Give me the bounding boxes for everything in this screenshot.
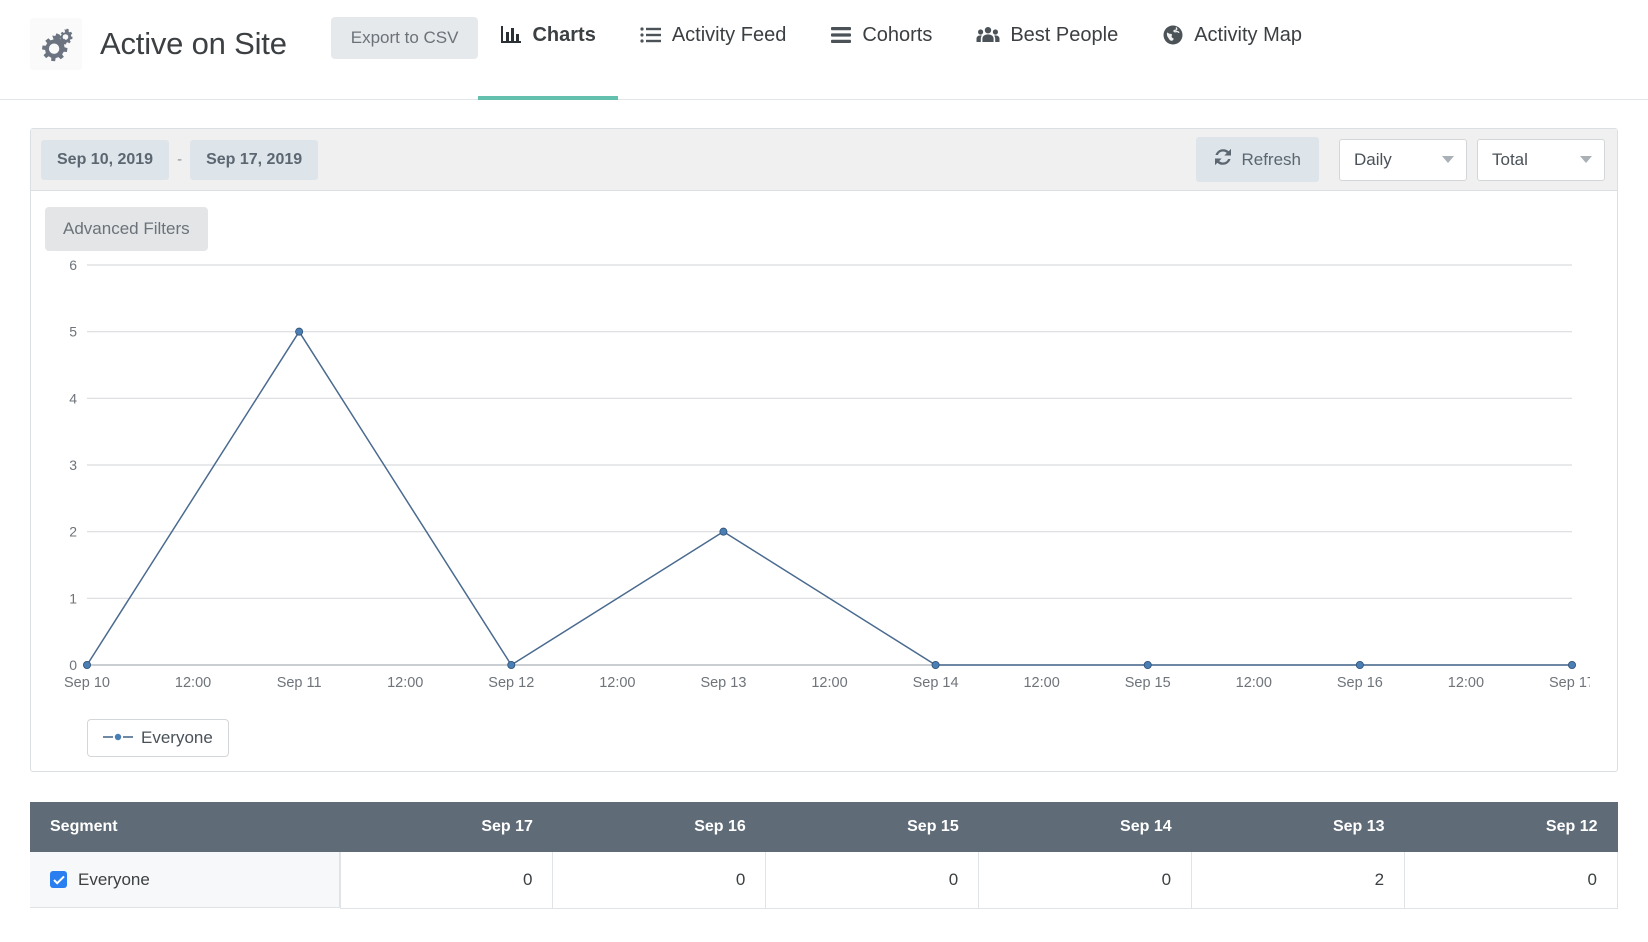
date-range-picker[interactable]: Sep 10, 2019 - Sep 17, 2019 bbox=[41, 139, 319, 180]
date-end-chip[interactable]: Sep 17, 2019 bbox=[190, 139, 319, 180]
svg-text:12:00: 12:00 bbox=[1448, 675, 1484, 691]
col-header-sep-15[interactable]: Sep 15 bbox=[765, 802, 979, 852]
svg-text:Sep 14: Sep 14 bbox=[913, 675, 959, 691]
chevron-down-icon bbox=[1580, 156, 1592, 163]
svg-text:Sep 12: Sep 12 bbox=[488, 675, 534, 691]
tab-best-people-label: Best People bbox=[1010, 24, 1119, 46]
chart-toolbar: Sep 10, 2019 - Sep 17, 2019 Refresh Dail… bbox=[31, 129, 1617, 191]
refresh-label: Refresh bbox=[1241, 149, 1301, 169]
segments-table: Segment Sep 17 Sep 16 Sep 15 Sep 14 Sep … bbox=[30, 802, 1618, 909]
legend-item-everyone[interactable]: Everyone bbox=[87, 719, 229, 757]
refresh-icon bbox=[1214, 148, 1232, 171]
col-header-sep-13[interactable]: Sep 13 bbox=[1191, 802, 1405, 852]
segment-checkbox[interactable] bbox=[50, 871, 67, 888]
date-start-chip[interactable]: Sep 10, 2019 bbox=[41, 139, 170, 180]
advanced-filters-button[interactable]: Advanced Filters bbox=[45, 207, 208, 251]
metric-select-value: Total bbox=[1492, 149, 1528, 169]
gears-icon bbox=[30, 18, 82, 70]
svg-text:12:00: 12:00 bbox=[599, 675, 635, 691]
chart-legend: Everyone bbox=[45, 719, 1603, 757]
svg-text:5: 5 bbox=[69, 324, 77, 340]
brand: Active on Site bbox=[0, 0, 287, 88]
interval-select[interactable]: Daily bbox=[1339, 138, 1467, 181]
refresh-button[interactable]: Refresh bbox=[1196, 137, 1319, 182]
rows-icon bbox=[830, 22, 852, 48]
globe-icon bbox=[1162, 22, 1184, 48]
svg-text:Sep 16: Sep 16 bbox=[1337, 675, 1383, 691]
toolbar-right-controls: Refresh Daily Total bbox=[1196, 137, 1605, 182]
svg-text:Sep 13: Sep 13 bbox=[700, 675, 746, 691]
list-icon bbox=[640, 22, 662, 48]
svg-text:Sep 17: Sep 17 bbox=[1549, 675, 1590, 691]
col-header-sep-17[interactable]: Sep 17 bbox=[340, 802, 553, 852]
svg-text:12:00: 12:00 bbox=[811, 675, 847, 691]
segment-cell[interactable]: Everyone bbox=[30, 852, 340, 908]
interval-select-value: Daily bbox=[1354, 149, 1392, 169]
svg-text:12:00: 12:00 bbox=[175, 675, 211, 691]
page-title: Active on Site bbox=[100, 26, 287, 61]
cell-sep-16: 0 bbox=[552, 852, 767, 909]
legend-line-marker-icon bbox=[103, 728, 133, 748]
legend-item-label: Everyone bbox=[141, 728, 213, 747]
chart-canvas: 0 1 2 3 4 5 6 Sep 10 12:00 Sep 11 12:00 Sep 12 12:00… bbox=[64, 257, 1590, 691]
svg-text:12:00: 12:00 bbox=[387, 675, 423, 691]
metric-select[interactable]: Total bbox=[1477, 138, 1605, 181]
chart-body: Advanced Filters 0 1 2 3 4 5 6 Sep 10 12:00 Sep 1… bbox=[31, 191, 1617, 771]
svg-text:Sep 11: Sep 11 bbox=[277, 675, 322, 691]
tab-charts-label: Charts bbox=[532, 24, 596, 46]
app-header: Active on Site Export to CSV Charts Acti… bbox=[0, 0, 1648, 100]
chevron-down-icon bbox=[1442, 156, 1454, 163]
col-header-sep-14[interactable]: Sep 14 bbox=[978, 802, 1192, 852]
svg-text:0: 0 bbox=[69, 657, 77, 673]
svg-text:12:00: 12:00 bbox=[1023, 675, 1059, 691]
svg-text:Sep 15: Sep 15 bbox=[1125, 675, 1171, 691]
col-header-sep-16[interactable]: Sep 16 bbox=[552, 802, 766, 852]
svg-text:2: 2 bbox=[69, 524, 77, 540]
people-icon bbox=[976, 22, 1000, 48]
tab-cohorts[interactable]: Cohorts bbox=[808, 0, 954, 100]
svg-text:Sep 10: Sep 10 bbox=[64, 675, 110, 691]
col-header-sep-12[interactable]: Sep 12 bbox=[1404, 802, 1618, 852]
tab-activity-feed-label: Activity Feed bbox=[671, 24, 787, 46]
date-separator: - bbox=[177, 151, 183, 168]
tab-activity-feed[interactable]: Activity Feed bbox=[618, 0, 808, 100]
svg-text:4: 4 bbox=[69, 390, 77, 406]
bar-chart-icon bbox=[500, 22, 522, 48]
cell-sep-15: 0 bbox=[765, 852, 980, 909]
cell-sep-13: 2 bbox=[1191, 852, 1406, 909]
line-chart[interactable]: 0 1 2 3 4 5 6 Sep 10 12:00 Sep 11 12:00 Sep 12 12:00… bbox=[45, 257, 1590, 707]
tab-cohorts-label: Cohorts bbox=[862, 24, 933, 46]
chart-panel: Sep 10, 2019 - Sep 17, 2019 Refresh Dail… bbox=[30, 128, 1618, 772]
table-header-row: Segment Sep 17 Sep 16 Sep 15 Sep 14 Sep … bbox=[30, 802, 1618, 852]
tab-charts[interactable]: Charts bbox=[478, 0, 619, 100]
table-row: Everyone 0 0 0 0 2 0 bbox=[30, 852, 1618, 909]
segments-table-head: Segment Sep 17 Sep 16 Sep 15 Sep 14 Sep … bbox=[30, 802, 1618, 852]
svg-text:6: 6 bbox=[69, 257, 77, 273]
main-nav: Export to CSV Charts Activity Feed Cohor… bbox=[330, 0, 1324, 100]
export-to-csv-button[interactable]: Export to CSV bbox=[330, 17, 479, 59]
svg-text:3: 3 bbox=[69, 457, 77, 473]
cell-sep-12: 0 bbox=[1404, 852, 1618, 909]
tab-activity-map[interactable]: Activity Map bbox=[1140, 0, 1324, 100]
svg-text:1: 1 bbox=[69, 590, 77, 606]
segments-table-wrapper: Segment Sep 17 Sep 16 Sep 15 Sep 14 Sep … bbox=[30, 802, 1618, 909]
tab-activity-map-label: Activity Map bbox=[1194, 24, 1303, 46]
svg-text:12:00: 12:00 bbox=[1236, 675, 1272, 691]
tab-best-people[interactable]: Best People bbox=[954, 0, 1140, 100]
cell-sep-14: 0 bbox=[978, 852, 1193, 909]
segments-table-body: Everyone 0 0 0 0 2 0 bbox=[30, 852, 1618, 909]
segment-name: Everyone bbox=[78, 869, 150, 889]
col-header-segment[interactable]: Segment bbox=[30, 802, 340, 852]
cell-sep-17: 0 bbox=[339, 852, 554, 909]
